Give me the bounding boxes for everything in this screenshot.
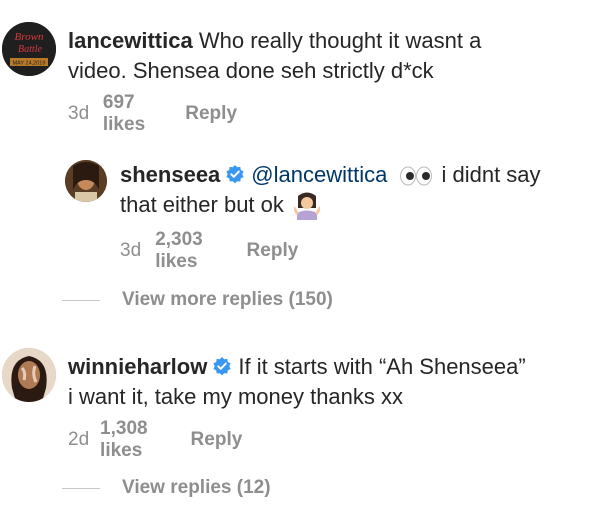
comment-meta: 3d 697 likes Reply [68,92,237,136]
eyes-emoji [400,166,433,186]
avatar-text-bottom: MAY 24,2019 [13,61,46,67]
avatar-text-top: Brown [15,31,44,43]
comment-body: winnieharlow If it starts with “Ah Shense… [68,352,588,412]
reply-button[interactable]: Reply [191,429,243,451]
mention-link[interactable]: @lancewittica [251,162,387,187]
comment-age: 3d [120,240,142,261]
comment-likes[interactable]: 697 likes [103,92,159,136]
comment-username[interactable]: lancewittica [68,28,193,53]
comment-body: shenseea @lancewittica i didnt say that e… [120,160,590,221]
avatar-image-icon [65,160,107,202]
comment-meta: 3d 2,303 likes Reply [120,229,298,273]
avatar-image-icon [2,348,56,402]
comment-text-line2: that either but ok [120,192,284,217]
view-replies-label[interactable]: View replies (12) [122,477,271,499]
view-more-replies-label[interactable]: View more replies (150) [122,289,333,311]
comment-text-line1: Who really thought it wasnt a [198,28,482,53]
comment-likes[interactable]: 2,303 likes [155,229,219,273]
comment-text-after: i didnt say [441,162,541,187]
comment-username[interactable]: winnieharlow [68,354,207,379]
reply-button[interactable]: Reply [247,240,299,262]
avatar[interactable] [2,348,56,402]
avatar-text-mid: Battle [18,44,42,55]
view-replies[interactable]: View replies (12) [62,477,271,499]
comment-text-line1: If it starts with “Ah Shenseea” [238,354,526,379]
verified-badge-icon [213,357,231,376]
comment-text-line2: video. Shensea done seh strictly d*ck [68,58,434,83]
comment-body: lancewittica Who really thought it wasnt… [68,26,588,86]
divider-line [62,487,100,489]
comment-text-line2: i want it, take my money thanks xx [68,384,404,409]
avatar-image-icon: Brown Battle MAY 24,2019 [2,22,56,76]
avatar[interactable]: Brown Battle MAY 24,2019 [2,22,56,76]
divider-line [62,299,100,301]
woman-shrugging-emoji [294,192,321,221]
comment-age: 2d [68,429,90,450]
comment-username[interactable]: shenseea [120,162,220,187]
comment-likes[interactable]: 1,308 likes [100,418,164,462]
view-more-replies[interactable]: View more replies (150) [62,289,333,311]
avatar[interactable] [65,160,107,202]
verified-badge-icon [226,165,244,184]
reply-button[interactable]: Reply [185,103,237,125]
comment-age: 3d [68,103,90,124]
comment-meta: 2d 1,308 likes Reply [68,418,242,462]
